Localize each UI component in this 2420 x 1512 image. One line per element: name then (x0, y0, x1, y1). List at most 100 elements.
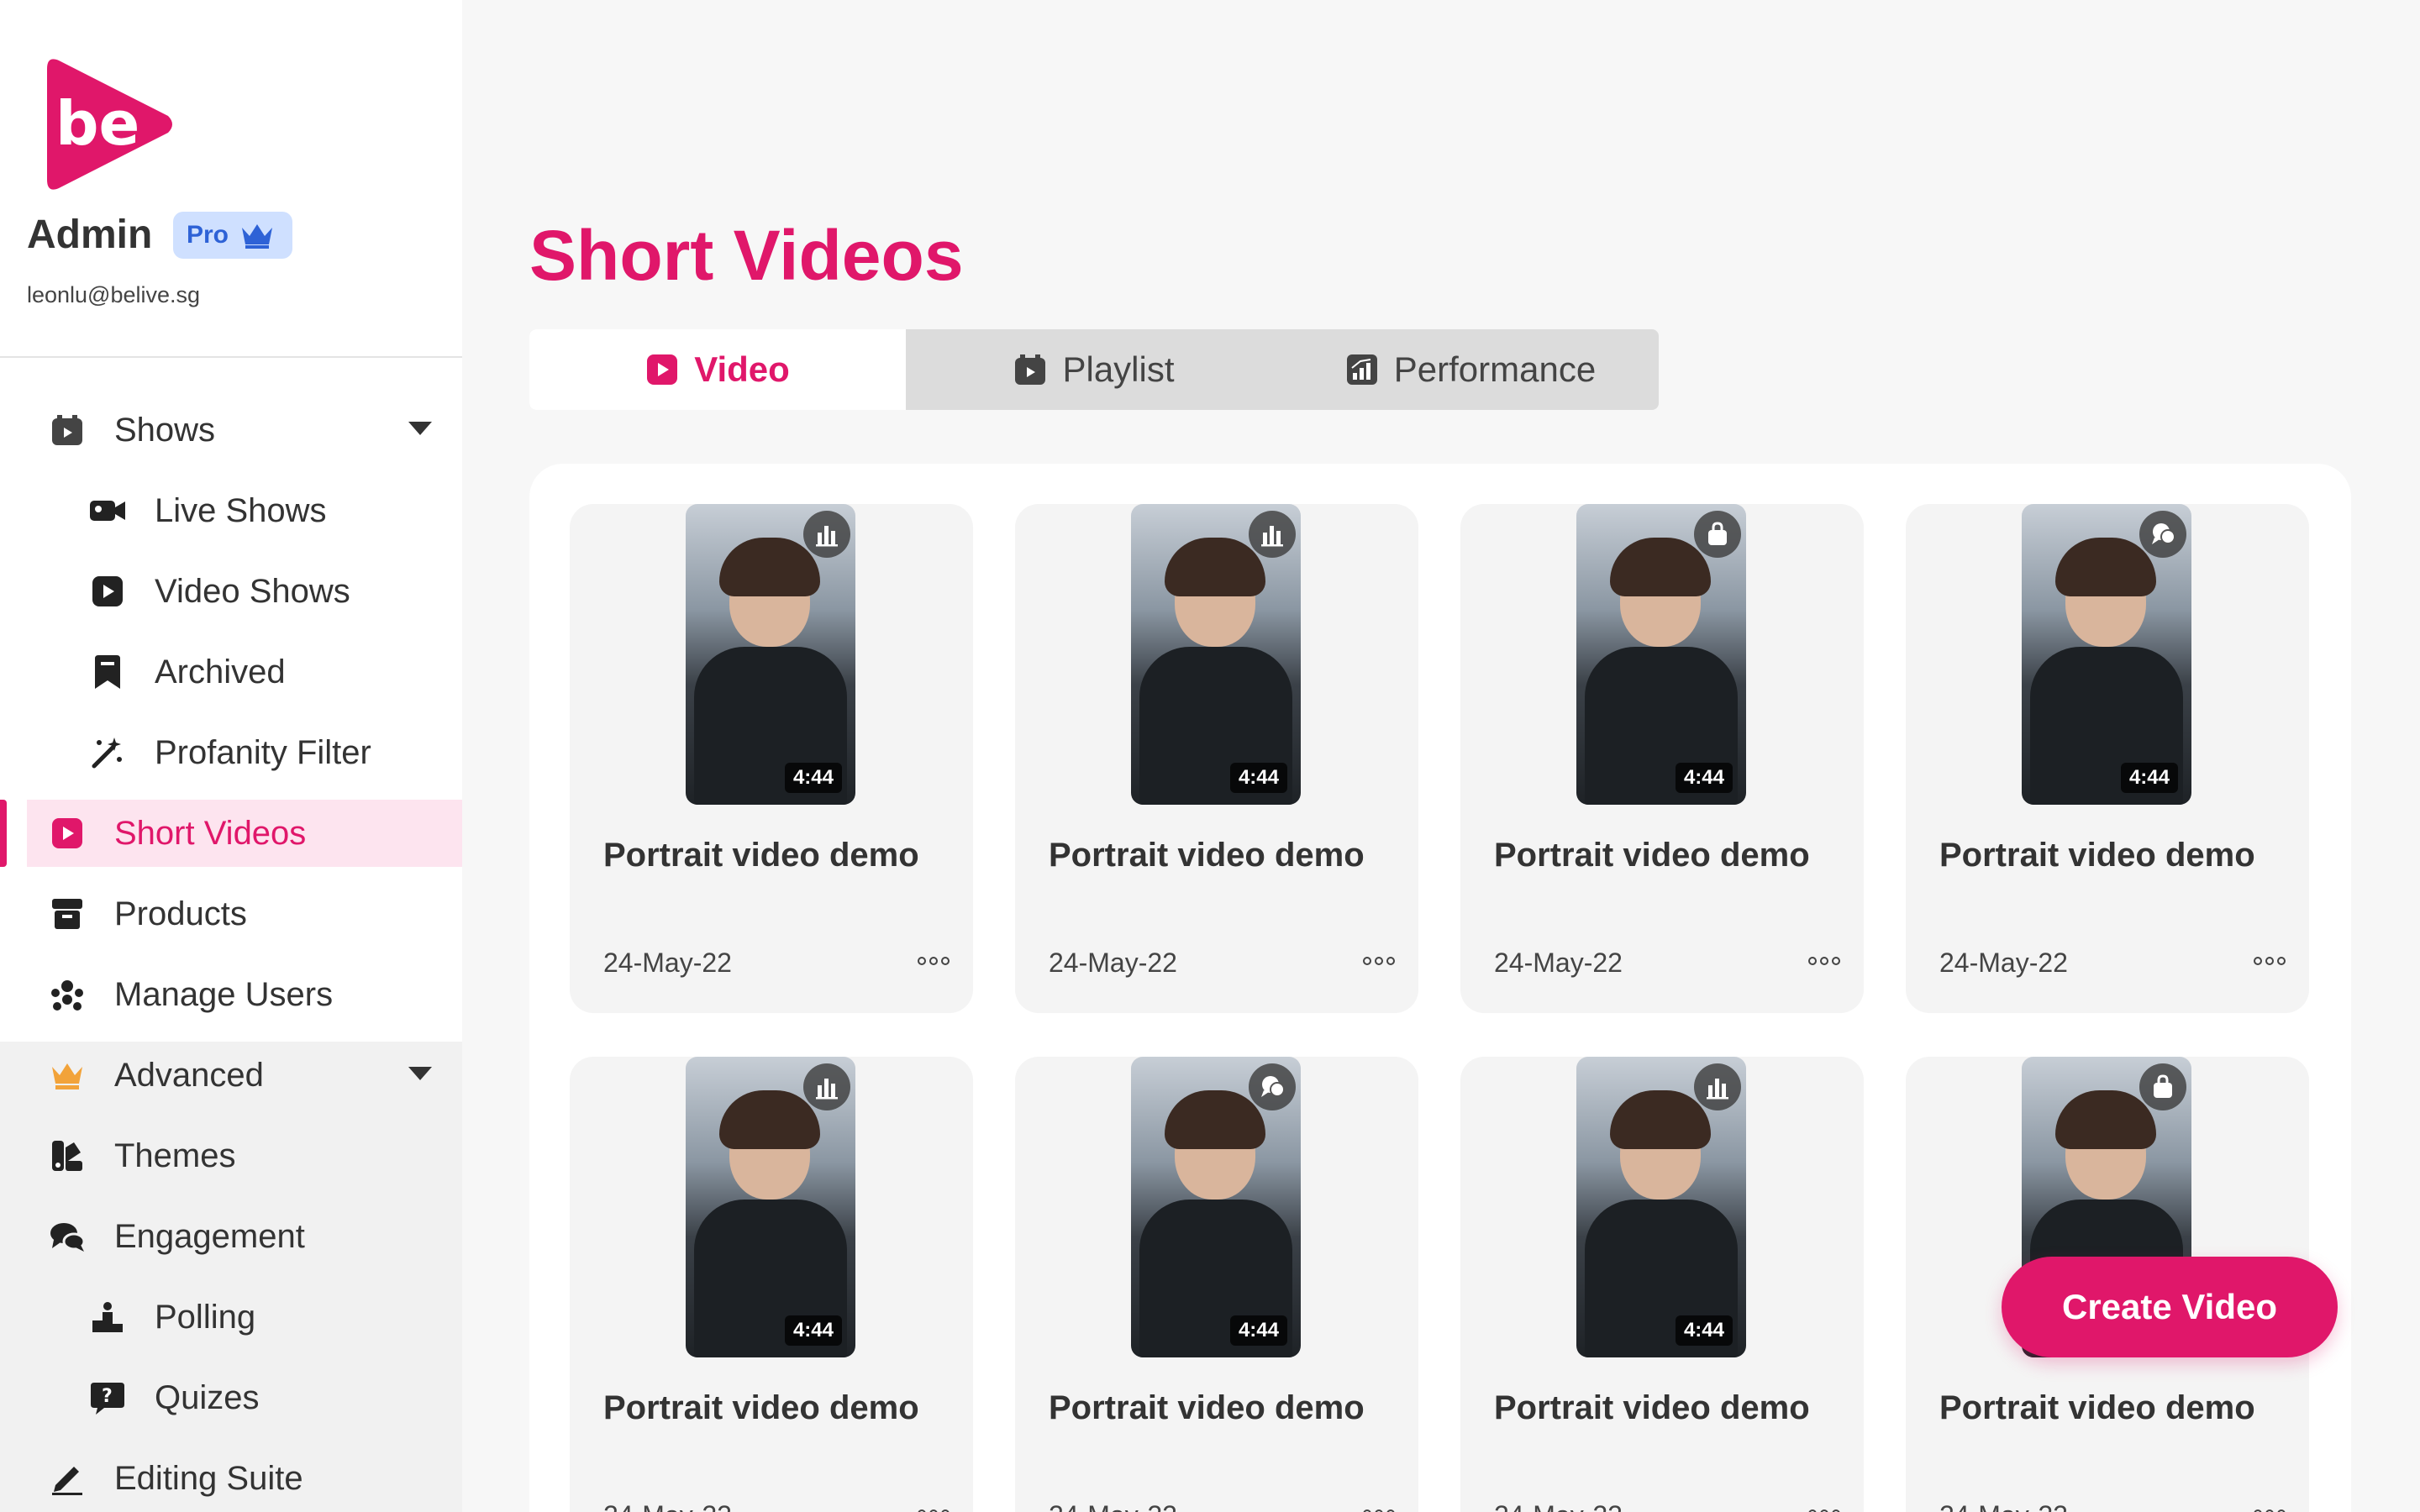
sidebar-item-themes[interactable]: Themes (0, 1122, 462, 1189)
video-duration: 4:44 (2120, 763, 2178, 793)
more-options-icon[interactable] (918, 1505, 955, 1512)
sidebar-item-video-shows[interactable]: Video Shows (0, 558, 462, 625)
video-duration: 4:44 (784, 1315, 842, 1346)
calendar-play-icon (1015, 354, 1046, 385)
tab-label: Video (694, 349, 790, 389)
video-date: 24-May-22 (1049, 1500, 1177, 1512)
pro-label: Pro (187, 221, 229, 249)
video-date: 24-May-22 (603, 1500, 732, 1512)
podium-icon (89, 1299, 126, 1336)
sidebar-item-quizes[interactable]: ? Quizes (0, 1364, 462, 1431)
sidebar-item-manage-users[interactable]: Manage Users (0, 961, 462, 1028)
video-card[interactable]: 4:44 Portrait video demo 24-May-22 (1460, 504, 1864, 1013)
video-title: Portrait video demo (1049, 1389, 1365, 1426)
sidebar-item-label: Archived (155, 653, 286, 690)
chart-icon (1346, 354, 1377, 385)
sidebar: be Admin Pro leonlu@belive.sg Shows Live… (0, 0, 462, 1512)
video-thumbnail[interactable]: 4:44 (1131, 1057, 1301, 1357)
sidebar-item-short-videos[interactable]: Short Videos (0, 800, 462, 867)
shopping-bag-icon (1694, 511, 1741, 558)
crown-icon (49, 1057, 86, 1094)
video-thumbnail[interactable]: 4:44 (1131, 504, 1301, 805)
sidebar-item-archived[interactable]: Archived (0, 638, 462, 706)
bar-chart-icon (1694, 1063, 1741, 1110)
video-date: 24-May-22 (1494, 1500, 1623, 1512)
sidebar-item-label: Engagement (114, 1217, 305, 1255)
video-card[interactable]: 4:44 Portrait video demo 24-May-22 (570, 504, 973, 1013)
more-options-icon[interactable] (918, 953, 955, 969)
belive-logo[interactable]: be (42, 55, 175, 193)
sidebar-item-label: Quizes (155, 1378, 260, 1416)
video-card[interactable]: 4:44 Portrait video demo 24-May-22 (1015, 1057, 1418, 1512)
video-camera-icon (89, 492, 126, 529)
sidebar-item-engagement[interactable]: Engagement (0, 1203, 462, 1270)
sidebar-item-editing-suite[interactable]: Editing Suite (0, 1445, 462, 1512)
more-options-icon[interactable] (1363, 953, 1400, 969)
bar-chart-icon (803, 1063, 850, 1110)
video-date: 24-May-22 (1494, 948, 1623, 978)
video-card[interactable]: 4:44 Portrait video demo 24-May-22 (1460, 1057, 1864, 1512)
archive-box-icon (49, 895, 86, 932)
sidebar-item-live-shows[interactable]: Live Shows (0, 477, 462, 544)
chevron-down-icon[interactable] (408, 422, 432, 435)
video-duration: 4:44 (1675, 1315, 1733, 1346)
user-name: Admin (27, 213, 153, 257)
video-date: 24-May-22 (603, 948, 732, 978)
more-options-icon[interactable] (1808, 1505, 1845, 1512)
sidebar-item-shows[interactable]: Shows (0, 396, 462, 464)
video-card[interactable]: 4:44 Portrait video demo 24-May-22 (1906, 504, 2309, 1013)
video-card[interactable]: 4:44 Portrait video demo 24-May-22 (570, 1057, 973, 1512)
pen-icon (49, 1460, 86, 1497)
shopping-bag-icon (2139, 1063, 2186, 1110)
sidebar-item-polling[interactable]: Polling (0, 1284, 462, 1351)
play-square-icon (49, 815, 86, 852)
video-title: Portrait video demo (1494, 837, 1810, 874)
tab-performance[interactable]: Performance (1282, 329, 1659, 410)
video-card[interactable]: 4:44 Portrait video demo 24-May-22 (1015, 504, 1418, 1013)
chevron-down-icon[interactable] (408, 1067, 432, 1080)
more-options-icon[interactable] (2254, 1505, 2291, 1512)
video-thumbnail[interactable]: 4:44 (686, 1057, 855, 1357)
tab-label: Performance (1393, 349, 1597, 389)
sidebar-item-label: Advanced (114, 1056, 264, 1094)
sidebar-item-label: Short Videos (114, 814, 307, 852)
sidebar-item-label: Profanity Filter (155, 733, 371, 771)
bar-chart-icon (1249, 511, 1296, 558)
video-thumbnail[interactable]: 4:44 (1576, 1057, 1746, 1357)
sidebar-item-label: Live Shows (155, 491, 327, 529)
user-email: leonlu@belive.sg (27, 282, 201, 307)
video-title: Portrait video demo (1049, 837, 1365, 874)
users-group-icon (49, 976, 86, 1013)
page-title: Short Videos (529, 216, 964, 295)
advanced-section-bg (0, 1042, 462, 1512)
video-date: 24-May-22 (1049, 948, 1177, 978)
tab-playlist[interactable]: Playlist (906, 329, 1282, 410)
video-duration: 4:44 (1229, 763, 1287, 793)
sidebar-item-label: Polling (155, 1298, 256, 1336)
video-thumbnail[interactable]: 4:44 (686, 504, 855, 805)
sidebar-divider (0, 356, 462, 358)
sidebar-item-products[interactable]: Products (0, 880, 462, 948)
video-date: 24-May-22 (1939, 1500, 2068, 1512)
more-options-icon[interactable] (1363, 1505, 1400, 1512)
chat-bubbles-icon (49, 1218, 86, 1255)
tab-video[interactable]: Video (529, 329, 906, 410)
sidebar-item-label: Manage Users (114, 975, 334, 1013)
svg-text:?: ? (102, 1386, 113, 1407)
more-options-icon[interactable] (1808, 953, 1845, 969)
play-square-icon (89, 573, 126, 610)
bookmark-icon (89, 654, 126, 690)
video-date: 24-May-22 (1939, 948, 2068, 978)
bar-chart-icon (803, 511, 850, 558)
sidebar-item-profanity-filter[interactable]: Profanity Filter (0, 719, 462, 786)
video-duration: 4:44 (1675, 763, 1733, 793)
sidebar-item-label: Video Shows (155, 572, 350, 610)
more-options-icon[interactable] (2254, 953, 2291, 969)
sidebar-item-advanced[interactable]: Advanced (0, 1042, 462, 1109)
chat-icon (2139, 511, 2186, 558)
video-duration: 4:44 (784, 763, 842, 793)
video-thumbnail[interactable]: 4:44 (2022, 504, 2191, 805)
sidebar-item-label: Themes (114, 1137, 236, 1174)
video-thumbnail[interactable]: 4:44 (1576, 504, 1746, 805)
create-video-button[interactable]: Create Video (2002, 1257, 2338, 1357)
